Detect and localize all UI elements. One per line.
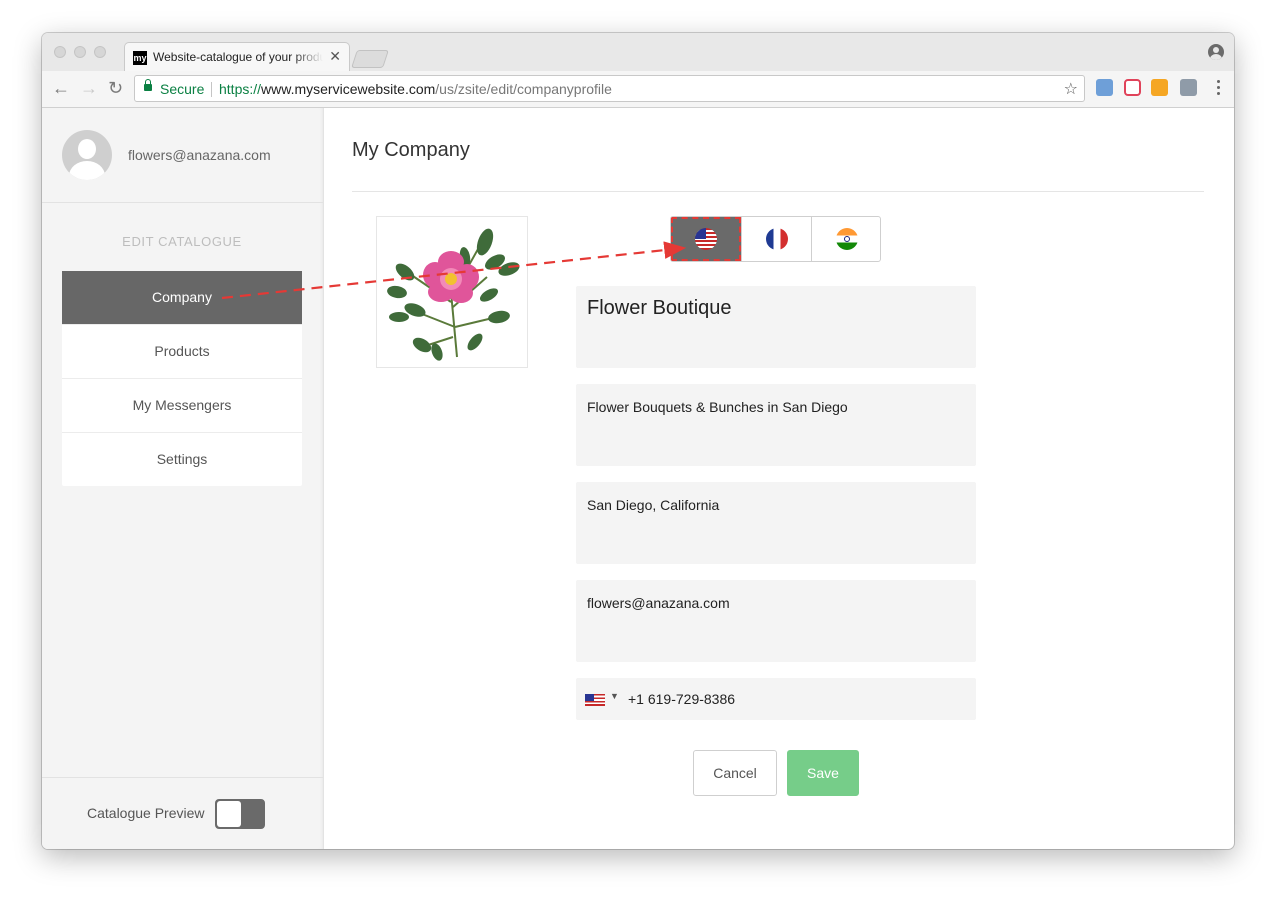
url-protocol: https://: [219, 81, 262, 97]
india-flag-icon: [836, 228, 858, 250]
location-field[interactable]: San Diego, California: [576, 482, 976, 564]
company-logo[interactable]: [376, 216, 528, 368]
language-button-us[interactable]: [671, 217, 741, 261]
address-bar[interactable]: Secure https://www.myservicewebsite.com/…: [134, 75, 1085, 102]
browser-toolbar: ← → ↻ Secure https://www.myservicewebsit…: [42, 71, 1234, 108]
sidebar-footer-divider: [42, 777, 323, 778]
close-tab-icon[interactable]: ✕: [329, 48, 341, 65]
url-host: www.myservicewebsite.com: [261, 81, 436, 97]
company-name-field[interactable]: Flower Boutique: [576, 286, 976, 368]
lock-icon: [144, 79, 152, 91]
cancel-button[interactable]: Cancel: [693, 750, 777, 796]
save-button[interactable]: Save: [787, 750, 859, 796]
sidebar: flowers@anazana.com EDIT CATALOGUE Compa…: [42, 108, 324, 849]
toggle-knob: [217, 801, 241, 827]
browser-window: my Website-catalogue of your products ✕ …: [42, 33, 1234, 849]
us-flag-icon[interactable]: [585, 694, 605, 706]
sidebar-item-my-messengers[interactable]: My Messengers: [62, 379, 302, 433]
us-flag-icon: [695, 228, 717, 250]
sidebar-item-products[interactable]: Products: [62, 325, 302, 379]
description-field[interactable]: Flower Bouquets & Bunches in San Diego: [576, 384, 976, 466]
media-extension-icon[interactable]: [1124, 79, 1141, 96]
favicon-icon: my: [133, 51, 147, 65]
url-path: /us/zsite/edit/companyprofile: [435, 81, 612, 97]
edit-catalogue-heading: EDIT CATALOGUE: [122, 234, 242, 249]
url-text[interactable]: https://www.myservicewebsite.com/us/zsit…: [219, 81, 612, 97]
language-selector: [670, 216, 881, 262]
avatar[interactable]: [62, 130, 112, 180]
tab-bar: my Website-catalogue of your products ✕: [42, 33, 1234, 72]
sidebar-divider: [42, 202, 323, 203]
location-value: San Diego, California: [587, 497, 720, 513]
company-name-value: Flower Boutique: [587, 297, 732, 319]
maximize-window-button[interactable]: [94, 46, 106, 58]
catalogue-menu: Company Products My Messengers Settings: [62, 271, 302, 486]
browser-tab[interactable]: my Website-catalogue of your products ✕: [124, 42, 350, 72]
translate-extension-icon[interactable]: [1096, 79, 1113, 96]
user-email: flowers@anazana.com: [128, 147, 271, 163]
email-field[interactable]: flowers@anazana.com: [576, 580, 976, 662]
sidebar-item-company[interactable]: Company: [62, 271, 302, 325]
bookmark-star-icon[interactable]: ☆: [1064, 79, 1078, 99]
network-extension-icon[interactable]: [1180, 79, 1197, 96]
language-button-in[interactable]: [811, 217, 880, 261]
new-tab-button[interactable]: [351, 50, 389, 68]
phone-value: +1 619-729-8386: [628, 691, 736, 707]
email-value: flowers@anazana.com: [587, 595, 730, 611]
description-value: Flower Bouquets & Bunches in San Diego: [587, 399, 848, 415]
profile-icon[interactable]: [1208, 44, 1224, 60]
back-arrow-icon[interactable]: ←: [52, 79, 70, 97]
close-window-button[interactable]: [54, 46, 66, 58]
chevron-down-icon[interactable]: ▼: [610, 691, 619, 701]
address-separator: [211, 82, 212, 97]
reload-icon[interactable]: ↻: [108, 79, 123, 97]
rose-image: [387, 228, 520, 361]
sidebar-item-settings[interactable]: Settings: [62, 433, 302, 486]
minimize-window-button[interactable]: [74, 46, 86, 58]
language-button-fr[interactable]: [741, 217, 811, 261]
phone-field[interactable]: ▼ +1 619-729-8386: [576, 678, 976, 720]
catalogue-preview-label: Catalogue Preview: [87, 805, 205, 821]
tab-title: Website-catalogue of your products: [153, 50, 323, 64]
browser-menu-icon[interactable]: [1217, 80, 1220, 98]
secure-label: Secure: [160, 81, 205, 97]
france-flag-icon: [766, 228, 788, 250]
title-divider: [352, 191, 1204, 192]
analytics-extension-icon[interactable]: [1151, 79, 1168, 96]
page-title: My Company: [352, 139, 470, 161]
forward-arrow-icon[interactable]: →: [80, 79, 98, 97]
catalogue-preview-toggle[interactable]: [215, 799, 265, 829]
